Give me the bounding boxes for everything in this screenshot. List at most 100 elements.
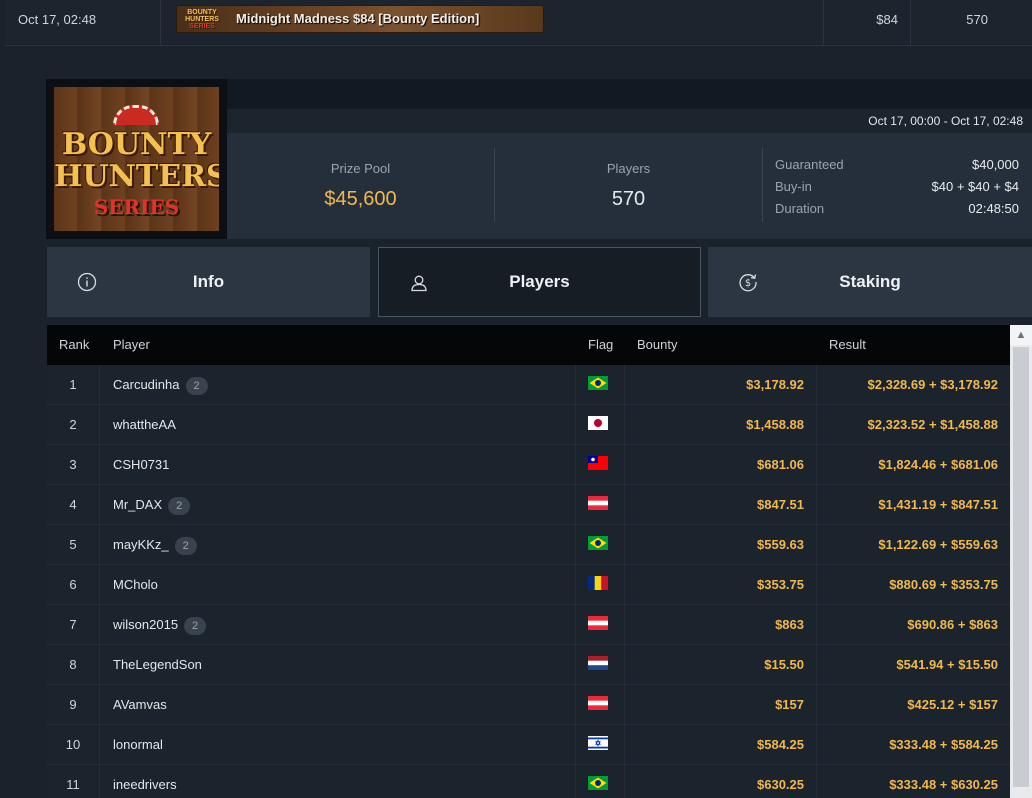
header-flag[interactable]: Flag [588,325,613,365]
divider [816,765,817,798]
result-cell: $2,328.69 + $3,178.92 [867,377,998,392]
result-cell: $2,323.52 + $1,458.88 [867,417,998,432]
banner-title: Midnight Madness $84 [Bounty Edition] [236,11,480,26]
row-datetime: Oct 17, 02:48 [18,12,97,27]
divider [575,645,576,685]
tab-staking[interactable]: $ Staking [708,247,1032,317]
tournament-banner[interactable]: BOUNTY HUNTERS SERIES Midnight Madness $… [176,5,544,33]
player-name[interactable]: lonormal [113,737,163,752]
header-strip [227,79,1032,109]
prize-pool-stat: Prize Pool $45,600 [227,133,494,239]
player-cell[interactable]: MCholo [113,565,158,605]
table-row[interactable]: 4 Mr_DAX 2 $847.51 $1,431.19 + $847.51 [47,485,1010,525]
table-row[interactable]: 2 whattheAA $1,458.88 $2,323.52 + $1,458.88 [47,405,1010,445]
player-cell[interactable]: whattheAA [113,405,176,445]
bounty-cell: $630.25 [757,777,804,792]
result-cell: $1,122.69 + $559.63 [878,537,998,552]
tournament-logo: BOUNTY HUNTERS SERIES [46,79,227,239]
result-cell: $425.12 + $157 [907,697,998,712]
player-cell[interactable]: TheLegendSon [113,645,202,685]
dollar-cycle-icon: $ [739,274,757,292]
entries-badge: 2 [184,616,207,635]
bounty-cell: $847.51 [757,497,804,512]
players-value: 570 [611,188,646,210]
result-cell: $690.86 + $863 [907,617,998,632]
flag-netherlands-icon [588,656,608,670]
player-name[interactable]: whattheAA [113,417,176,432]
entries-badge: 2 [168,496,191,515]
flag-brazil-icon [588,376,608,390]
divider [816,485,817,525]
player-cell[interactable]: Carcudinha 2 [113,365,208,405]
divider [762,148,763,222]
player-cell[interactable]: AVamvas [113,685,167,725]
player-name[interactable]: TheLegendSon [113,657,202,672]
rank-cell: 2 [47,405,100,445]
divider [816,525,817,565]
row-entries: 570 [966,12,988,27]
player-name[interactable]: Carcudinha [113,377,180,392]
player-cell[interactable]: Mr_DAX 2 [113,485,191,525]
table-row[interactable]: 6 MCholo $353.75 $880.69 + $353.75 [47,565,1010,605]
scrollbar-thumb[interactable] [1013,347,1029,787]
table-row[interactable]: 7 wilson2015 2 $863 $690.86 + $863 [47,605,1010,645]
player-name[interactable]: mayKKz_ [113,537,169,552]
divider [816,565,817,605]
table-row[interactable]: 1 Carcudinha 2 $3,178.92 $2,328.69 + $3,178.… [47,365,1010,405]
player-cell[interactable]: CSH0731 [113,445,169,485]
header-rank[interactable]: Rank [59,325,89,365]
divider [816,685,817,725]
player-name[interactable]: MCholo [113,577,158,592]
divider [624,725,625,765]
player-name[interactable]: AVamvas [113,697,167,712]
table-row[interactable]: 3 CSH0731 $681.06 $1,824.46 + $681.06 [47,445,1010,485]
player-cell[interactable]: mayKKz_ 2 [113,525,197,565]
divider [575,725,576,765]
header-player[interactable]: Player [113,325,150,365]
divider [575,565,576,605]
player-cell[interactable]: ineedrivers [113,765,177,798]
player-name[interactable]: Mr_DAX [113,497,162,512]
flag-brazil-icon [588,776,608,790]
flag-japan-icon [588,416,608,430]
player-name[interactable]: CSH0731 [113,457,169,472]
scrollbar[interactable]: ▲ [1010,325,1032,798]
tab-players[interactable]: Players [378,247,701,317]
table-row[interactable]: 8 TheLegendSon $15.50 $541.94 + $15.50 [47,645,1010,685]
result-cell: $1,431.19 + $847.51 [878,497,998,512]
player-name[interactable]: wilson2015 [113,617,178,632]
divider [624,565,625,605]
rank-cell: 4 [47,485,100,525]
flag-taiwan-icon [588,456,608,470]
table-row[interactable]: 9 AVamvas $157 $425.12 + $157 [47,685,1010,725]
rank-cell: 1 [47,365,100,405]
players-label: Players [606,161,651,176]
rank-cell: 5 [47,525,100,565]
tournament-list-row[interactable]: Oct 17, 02:48 BOUNTY HUNTERS SERIES Midn… [5,0,1032,46]
rank-cell: 8 [47,645,100,685]
tab-info[interactable]: Info [47,247,370,317]
divider [816,405,817,445]
table-row[interactable]: 11 ineedrivers $630.25 $333.48 + $630.25 [47,765,1010,798]
bounty-cell: $681.06 [757,457,804,472]
player-name[interactable]: ineedrivers [113,777,177,792]
flag-austria-icon [588,616,608,630]
players-table-header: Rank Player Flag Bounty Result [47,325,1010,365]
result-cell: $333.48 + $584.25 [889,737,998,752]
divider [816,365,817,405]
date-range: Oct 17, 00:00 - Oct 17, 02:48 [227,109,1032,133]
scroll-up-arrow-icon[interactable]: ▲ [1010,325,1032,345]
result-cell: $333.48 + $630.25 [889,777,998,792]
divider [624,645,625,685]
rank-cell: 10 [47,725,100,765]
divider [575,685,576,725]
rank-cell: 7 [47,605,100,645]
header-result[interactable]: Result [829,325,866,365]
result-cell: $1,824.46 + $681.06 [878,457,998,472]
table-row[interactable]: 10 lonormal $584.25 $333.48 + $584.25 [47,725,1010,765]
header-bounty[interactable]: Bounty [637,325,677,365]
player-cell[interactable]: wilson2015 2 [113,605,207,645]
player-cell[interactable]: lonormal [113,725,163,765]
players-table-body: 1 Carcudinha 2 $3,178.92 $2,328.69 + $3,178.… [47,365,1010,798]
table-row[interactable]: 5 mayKKz_ 2 $559.63 $1,122.69 + $559.63 [47,525,1010,565]
